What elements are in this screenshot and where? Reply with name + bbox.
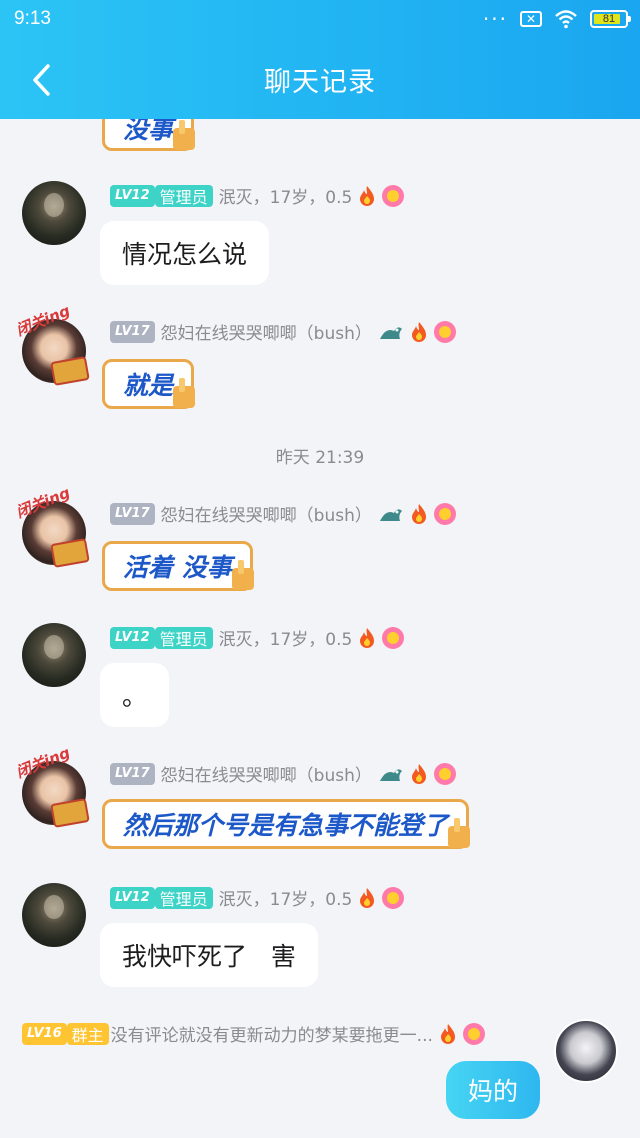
flower-badge-icon: [433, 320, 456, 343]
avatar[interactable]: [22, 883, 86, 947]
page-title: 聊天记录: [264, 67, 376, 98]
flower-badge-icon: [382, 626, 405, 649]
timestamp: 昨天 21:39: [275, 448, 365, 468]
wifi-icon: [555, 10, 577, 29]
message-text: 妈的: [467, 1077, 518, 1106]
message-bubble[interactable]: 然后那个号是有急事不能登了: [102, 799, 471, 849]
bubble-sticker-icon: [448, 818, 471, 848]
dragon-badge-icon: [379, 326, 402, 339]
avatar[interactable]: [22, 181, 86, 245]
level-badge: LV16: [22, 1022, 67, 1045]
message-bubble[interactable]: 活着 没事: [102, 541, 254, 591]
bubble-sticker-icon: [173, 378, 196, 408]
flower-badge-icon: [382, 886, 405, 909]
message-meta: LV12 管理员 泯灭，17岁，0.5: [110, 885, 405, 910]
message-meta: LV17 怨妇在线哭哭唧唧（bush）: [110, 319, 456, 344]
message-meta: LV16 群主 没有评论就没有更新动力的梦某要拖更一...: [22, 1021, 485, 1046]
message-bubble[interactable]: 妈的: [446, 1061, 540, 1119]
status-bar: 9:13 ··· ✕ 81: [0, 0, 640, 40]
message-bubble[interactable]: 。: [100, 663, 170, 727]
level-badge: LV12: [110, 184, 155, 207]
fire-icon: [440, 1023, 455, 1044]
message-text: 。: [122, 682, 148, 711]
bubble-sticker-icon: [173, 120, 196, 150]
message-text: 活着 没事: [123, 553, 232, 582]
role-badge: 群主: [66, 1022, 109, 1045]
header-bar: 9:13 ··· ✕ 81 聊天记录: [0, 0, 640, 119]
message-bubble[interactable]: 情况怎么说: [100, 221, 270, 285]
dragon-badge-icon: [379, 768, 402, 781]
message-meta: LV17 怨妇在线哭哭唧唧（bush）: [110, 501, 456, 526]
sender-info: 怨妇在线哭哭唧唧（bush）: [160, 324, 372, 344]
flower-badge-icon: [433, 762, 456, 785]
level-badge: LV17: [110, 502, 155, 525]
message-text: 我快吓死了 害: [122, 942, 296, 971]
more-dots-icon: ···: [482, 7, 508, 31]
level-badge: LV17: [110, 762, 155, 785]
message-text: 然后那个号是有急事不能登了: [123, 811, 449, 840]
status-icons: ··· ✕ 81: [482, 7, 631, 31]
role-badge: 管理员: [154, 184, 213, 207]
flower-badge-icon: [382, 184, 405, 207]
level-badge: LV12: [110, 886, 155, 909]
flower-badge-icon: [462, 1022, 485, 1045]
fire-icon: [360, 185, 375, 206]
dragon-badge-icon: [379, 508, 402, 521]
status-time: 9:13: [14, 8, 51, 29]
sender-info: 没有评论就没有更新动力的梦某要拖更一...: [110, 1026, 433, 1046]
sender-info: 泯灭，17岁，0.5: [218, 188, 353, 208]
message-bubble[interactable]: 没事: [102, 119, 196, 151]
avatar[interactable]: [22, 623, 86, 687]
message-bubble[interactable]: 我快吓死了 害: [100, 923, 318, 987]
message-bubble[interactable]: 就是: [102, 359, 196, 409]
fire-icon: [411, 321, 426, 342]
chat-history[interactable]: 没事 LV12 管理员 泯灭，17岁，0.5 情况怎么说 闭关ing LV17 …: [0, 119, 640, 1138]
sender-info: 泯灭，17岁，0.5: [218, 630, 353, 650]
sender-info: 怨妇在线哭哭唧唧（bush）: [160, 506, 372, 526]
role-badge: 管理员: [154, 626, 213, 649]
message-meta: LV12 管理员 泯灭，17岁，0.5: [110, 183, 405, 208]
fire-icon: [411, 763, 426, 784]
flower-badge-icon: [433, 502, 456, 525]
battery-icon: 81: [590, 10, 631, 28]
avatar[interactable]: [554, 1019, 618, 1083]
message-text: 情况怎么说: [122, 240, 248, 269]
message-meta: LV12 管理员 泯灭，17岁，0.5: [110, 625, 405, 650]
fire-icon: [360, 887, 375, 908]
level-badge: LV17: [110, 320, 155, 343]
battery-level: 81: [602, 13, 616, 25]
no-sim-icon: ✕: [520, 11, 542, 27]
bubble-sticker-icon: [231, 560, 254, 590]
message-meta: LV17 怨妇在线哭哭唧唧（bush）: [110, 761, 456, 786]
sender-info: 怨妇在线哭哭唧唧（bush）: [160, 766, 372, 786]
fire-icon: [411, 503, 426, 524]
level-badge: LV12: [110, 626, 155, 649]
sender-info: 泯灭，17岁，0.5: [218, 890, 353, 910]
role-badge: 管理员: [154, 886, 213, 909]
fire-icon: [360, 627, 375, 648]
